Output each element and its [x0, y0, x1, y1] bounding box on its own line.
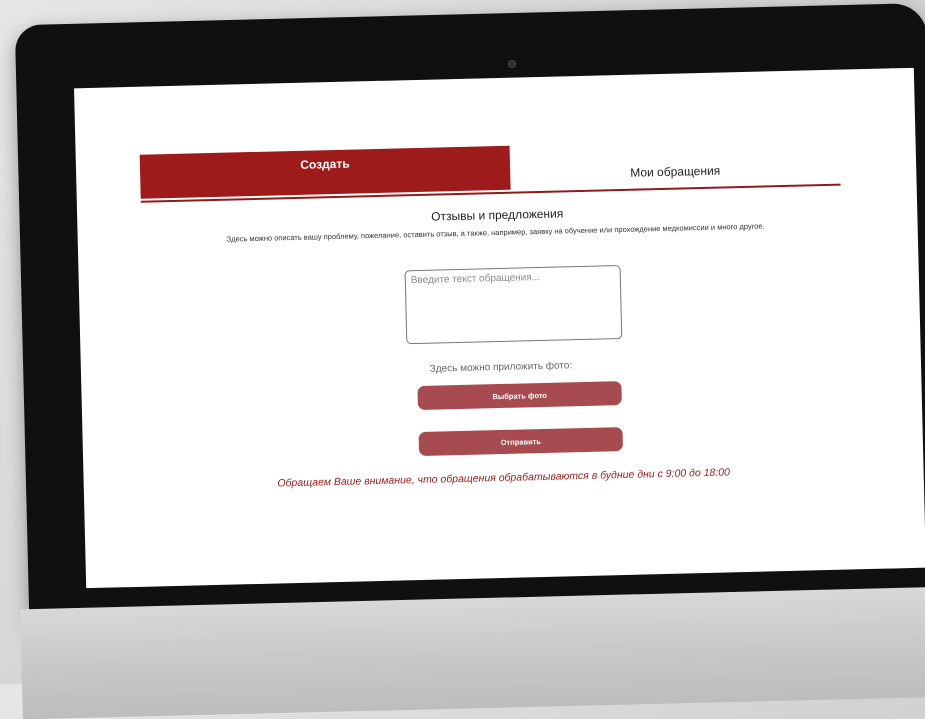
tab-my-requests[interactable]: Мои обращения [510, 138, 841, 190]
tab-bar: Создать Мои обращения [139, 137, 841, 203]
submit-button[interactable]: Отправить [418, 427, 624, 457]
camera-icon [508, 60, 516, 68]
request-text-input[interactable] [404, 265, 623, 345]
photo-label: Здесь можно приложить фото: [429, 360, 573, 375]
screen: Создать Мои обращения Отзывы и предложен… [74, 67, 925, 589]
working-hours-notice: Обращаем Ваше внимание, что обращения об… [277, 466, 731, 490]
monitor-chin [20, 586, 925, 719]
tab-create[interactable]: Создать [139, 145, 511, 199]
choose-photo-button[interactable]: Выбрать фото [417, 381, 622, 411]
